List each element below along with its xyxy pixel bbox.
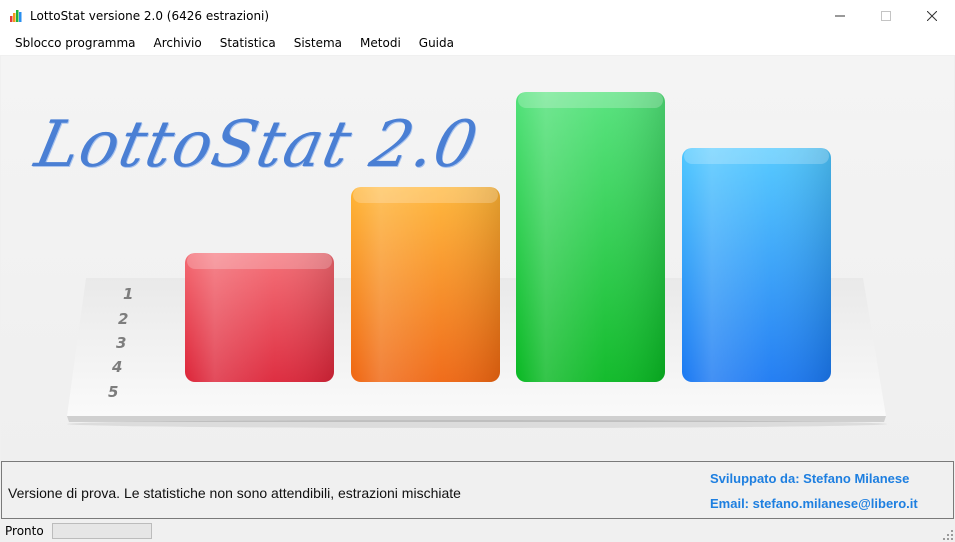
maximize-icon (881, 10, 891, 21)
menu-statistica[interactable]: Statistica (211, 31, 285, 55)
menu-bar: Sblocco programma Archivio Statistica Si… (0, 31, 955, 55)
menu-guida[interactable]: Guida (410, 31, 463, 55)
splash-image: 1 2 3 4 5 LottoStat 2.0 (1, 56, 954, 460)
bar-red (185, 253, 334, 382)
row-label-3: 3 (116, 334, 126, 352)
bar-green (516, 92, 665, 382)
status-bar: Pronto (0, 519, 955, 542)
row-label-5: 5 (108, 383, 118, 401)
window-title: LottoStat versione 2.0 (6426 estrazioni) (30, 8, 270, 23)
developer-email[interactable]: Email: stefano.milanese@libero.it (710, 496, 918, 511)
menu-sblocco-programma[interactable]: Sblocco programma (6, 31, 145, 55)
logo-text: LottoStat 2.0 (29, 108, 485, 182)
close-icon (927, 10, 937, 21)
window-controls (817, 0, 955, 31)
row-label-4: 4 (111, 358, 122, 376)
bar-chart-icon (10, 9, 22, 22)
menu-sistema[interactable]: Sistema (285, 31, 351, 55)
title-bar: LottoStat versione 2.0 (6426 estrazioni) (0, 0, 955, 31)
menu-metodi[interactable]: Metodi (351, 31, 410, 55)
developer-credit: Sviluppato da: Stefano Milanese (710, 471, 910, 486)
resize-grip-icon[interactable] (943, 530, 953, 540)
maximize-button[interactable] (863, 0, 909, 31)
close-button[interactable] (909, 0, 955, 31)
row-label-2: 2 (118, 310, 128, 328)
bar-orange (351, 187, 500, 382)
minimize-icon (835, 15, 845, 16)
minimize-button[interactable] (817, 0, 863, 31)
bar-blue (682, 148, 831, 382)
row-label-1: 1 (123, 285, 133, 303)
progress-bar (51, 522, 152, 539)
trial-message: Versione di prova. Le statistiche non so… (8, 485, 461, 501)
info-panel: Versione di prova. Le statistiche non so… (1, 461, 954, 519)
status-text: Pronto (5, 523, 44, 538)
menu-archivio[interactable]: Archivio (145, 31, 211, 55)
